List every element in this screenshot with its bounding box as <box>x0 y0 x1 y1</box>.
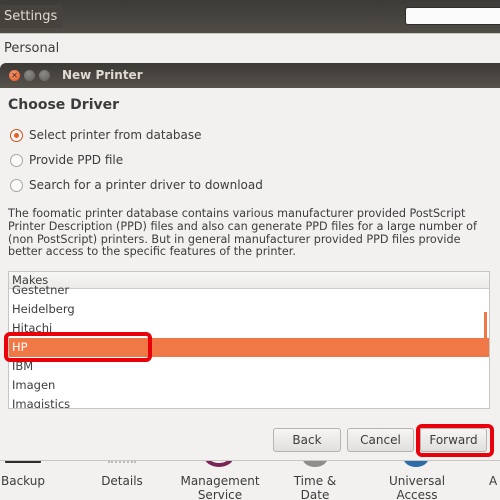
radio-checked-icon[interactable] <box>10 128 23 142</box>
driver-description: The foomatic printer database contains v… <box>8 207 477 259</box>
app-label: Details <box>101 474 143 488</box>
forward-button[interactable]: Forward <box>420 428 487 452</box>
list-item-selected[interactable]: HP <box>9 338 489 357</box>
app-label: Universal Access <box>388 474 446 500</box>
details-icon <box>108 461 136 463</box>
settings-window-title: Settings <box>0 5 64 28</box>
list-item[interactable]: Hitachi <box>9 319 489 338</box>
settings-top-bar: Settings <box>0 0 500 33</box>
list-item[interactable]: Gestetner <box>9 281 489 300</box>
personal-section-label: Personal <box>4 41 60 56</box>
option-label: Search for a printer driver to download <box>29 178 263 192</box>
close-icon: ✕ <box>11 71 18 80</box>
back-button[interactable]: Back <box>273 428 341 452</box>
maximize-button[interactable] <box>39 70 50 81</box>
backup-icon <box>5 461 41 463</box>
option-select-from-database[interactable]: Select printer from database <box>10 126 202 144</box>
personal-section-header: Personal <box>0 33 500 63</box>
app-label: Management Service <box>180 474 260 500</box>
list-item[interactable]: Heidelberg <box>9 300 489 319</box>
dialog-titlebar: ✕ New Printer <box>0 63 500 88</box>
makes-list-rows: Gestetner Heidelberg Hitachi HP IBM Imag… <box>9 281 489 408</box>
minimize-button[interactable] <box>24 70 35 81</box>
option-search-driver-download[interactable]: Search for a printer driver to download <box>10 176 263 194</box>
maximize-icon <box>39 70 50 81</box>
list-item[interactable]: Imagen <box>9 376 489 395</box>
radio-unchecked-icon[interactable] <box>10 153 23 167</box>
universal-access-icon <box>403 461 429 467</box>
list-item[interactable]: Imagistics <box>9 395 489 408</box>
dialog-title: New Printer <box>62 68 143 82</box>
search-input[interactable] <box>405 7 500 25</box>
option-provide-ppd-file[interactable]: Provide PPD file <box>10 151 123 169</box>
list-item[interactable]: IBM <box>9 357 489 376</box>
management-service-icon <box>204 461 234 467</box>
system-settings-panel: Backup Details Management Service Time &… <box>0 461 500 500</box>
app-label: Backup <box>1 474 45 488</box>
option-label: Provide PPD file <box>29 153 124 167</box>
choose-driver-heading: Choose Driver <box>8 97 120 113</box>
app-label: A <box>489 474 498 488</box>
close-button[interactable]: ✕ <box>9 70 20 81</box>
list-scrollbar[interactable] <box>484 312 487 338</box>
option-label: Select printer from database <box>29 128 202 142</box>
cancel-button[interactable]: Cancel <box>347 428 414 452</box>
clock-icon <box>302 461 328 467</box>
minimize-icon <box>24 70 35 81</box>
makes-list[interactable]: Makes Gestetner Heidelberg Hitachi HP IB… <box>8 271 490 409</box>
app-label: Time & Date <box>293 474 337 500</box>
radio-unchecked-icon[interactable] <box>10 178 23 192</box>
new-printer-dialog: Choose Driver Select printer from databa… <box>0 88 500 460</box>
